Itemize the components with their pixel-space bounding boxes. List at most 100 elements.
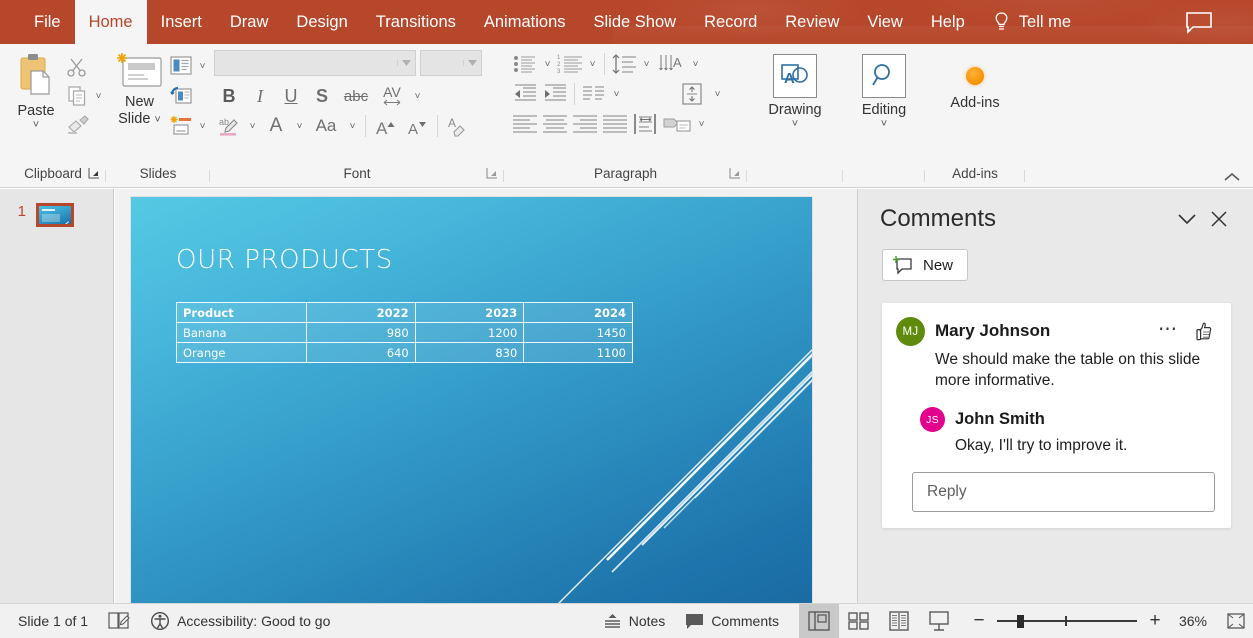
tab-home[interactable]: Home [75,0,147,44]
columns-chevron-icon[interactable]: ˅ [609,79,624,109]
tab-file[interactable]: File [20,0,75,44]
change-case-button[interactable]: Aa [308,111,344,141]
tab-design[interactable]: Design [282,0,361,44]
slide-1[interactable]: OUR PRODUCTS Product 2022 2023 2024 Bana… [131,197,812,610]
font-color-chevron-icon[interactable]: ˅ [292,111,307,141]
addins-button[interactable]: Add-ins [925,50,1025,111]
align-right-button[interactable] [570,110,600,138]
format-painter-button[interactable] [66,114,90,136]
reply-input[interactable]: Reply [912,472,1215,512]
slide-thumbnail-pane[interactable]: 1 [0,189,114,603]
slide-layout-button[interactable] [169,55,193,77]
slide-title[interactable]: OUR PRODUCTS [176,245,393,275]
text-fit-button[interactable] [630,110,660,138]
font-size-combo[interactable] [420,50,482,76]
thumbnail-item[interactable]: 1 [0,189,113,227]
increase-font-size-button[interactable]: A [371,111,401,141]
zoom-slider[interactable] [997,613,1137,629]
bullets-button[interactable] [510,50,540,78]
numbering-button[interactable]: 1 2 3 [555,50,585,78]
clipboard-dialog-launcher[interactable] [88,167,100,179]
section-dropdown-chevron-icon[interactable]: ˅ [195,111,210,141]
align-text-button[interactable] [676,80,710,108]
collapse-ribbon-chevron-icon[interactable] [1223,171,1241,183]
slide-table[interactable]: Product 2022 2023 2024 Banana 980 1200 1… [176,302,633,363]
tab-insert[interactable]: Insert [147,0,216,44]
convert-to-smartart-button[interactable] [660,110,694,138]
font-name-combo[interactable] [214,50,416,76]
decrease-font-size-button[interactable]: A [402,111,432,141]
new-comment-button[interactable]: New [882,249,968,281]
chevron-down-icon[interactable] [397,60,415,66]
change-case-chevron-icon[interactable]: ˅ [345,111,360,141]
increase-indent-button[interactable] [540,80,570,108]
underline-button[interactable]: U [276,81,306,111]
decrease-indent-button[interactable] [510,80,540,108]
notes-page-button[interactable] [98,604,140,638]
fit-slide-button[interactable] [1219,604,1253,638]
comments-button[interactable]: Comments [675,604,789,638]
comments-close-button[interactable] [1203,203,1235,235]
reading-view-button[interactable] [879,604,919,638]
columns-button[interactable] [579,80,609,108]
resolve-thumb-icon[interactable] [1195,317,1215,343]
smartart-chevron-icon[interactable]: ˅ [694,109,709,139]
editing-button[interactable]: Editing ˅ [843,50,925,129]
tab-slide-show[interactable]: Slide Show [580,0,691,44]
tab-animations[interactable]: Animations [470,0,580,44]
align-left-button[interactable] [510,110,540,138]
strikethrough-button[interactable]: abc [338,81,374,111]
bullets-chevron-icon[interactable]: ˅ [540,49,555,79]
reset-slide-button[interactable] [169,85,193,107]
font-color-button[interactable]: A [261,111,291,141]
more-options-icon[interactable]: ⋯ [1152,317,1185,343]
zoom-level-label[interactable]: 36% [1173,613,1207,629]
chevron-down-icon[interactable]: ˅ [33,120,39,130]
section-button[interactable] [169,115,193,137]
text-direction-chevron-icon[interactable]: ˅ [688,49,703,79]
copy-dropdown-chevron-icon[interactable]: ˅ [91,81,106,111]
line-spacing-chevron-icon[interactable]: ˅ [639,49,654,79]
align-text-chevron-icon[interactable]: ˅ [710,79,725,109]
clear-formatting-button[interactable]: A [443,111,473,141]
paragraph-dialog-launcher[interactable] [729,167,741,179]
character-spacing-button[interactable]: AV [375,81,409,111]
justify-button[interactable] [600,110,630,138]
tab-record[interactable]: Record [690,0,771,44]
tell-me-search[interactable]: Tell me [979,0,1085,44]
numbering-chevron-icon[interactable]: ˅ [585,49,600,79]
thumbnail-slide-1[interactable] [36,203,74,227]
chevron-down-icon[interactable]: ˅ [881,119,887,129]
accessibility-status[interactable]: Accessibility: Good to go [140,604,340,638]
chevron-down-icon[interactable]: ˅ [154,114,160,126]
character-spacing-chevron-icon[interactable]: ˅ [410,81,425,111]
comments-collapse-button[interactable] [1171,203,1203,235]
new-slide-button[interactable]: New Slide ˅ [110,50,169,128]
slide-sorter-view-button[interactable] [839,604,879,638]
tab-draw[interactable]: Draw [216,0,283,44]
zoom-out-button[interactable]: − [971,610,987,632]
italic-button[interactable]: I [245,81,275,111]
copy-button[interactable] [66,85,88,107]
drawing-button[interactable]: A Drawing ˅ [747,50,843,129]
notes-button[interactable]: Notes [593,604,676,638]
normal-view-button[interactable] [799,604,839,638]
text-shadow-button[interactable]: S [307,81,337,111]
tab-help[interactable]: Help [917,0,979,44]
text-direction-button[interactable]: A [654,50,688,78]
paste-button[interactable]: Paste ˅ [6,50,66,130]
tab-review[interactable]: Review [771,0,853,44]
cut-button[interactable] [66,56,88,78]
chevron-down-icon[interactable] [463,60,481,66]
zoom-in-button[interactable]: + [1147,610,1163,632]
layout-dropdown-chevron-icon[interactable]: ˅ [195,51,210,81]
highlight-chevron-icon[interactable]: ˅ [245,111,260,141]
tab-transitions[interactable]: Transitions [362,0,470,44]
zoom-slider-handle[interactable] [1017,615,1024,628]
comment-thread[interactable]: MJ Mary Johnson ⋯ We should make the tab… [882,303,1231,528]
tab-view[interactable]: View [853,0,916,44]
line-spacing-button[interactable] [609,50,639,78]
chevron-down-icon[interactable]: ˅ [792,119,798,129]
comment-bubble-icon[interactable] [1185,11,1213,35]
align-center-button[interactable] [540,110,570,138]
